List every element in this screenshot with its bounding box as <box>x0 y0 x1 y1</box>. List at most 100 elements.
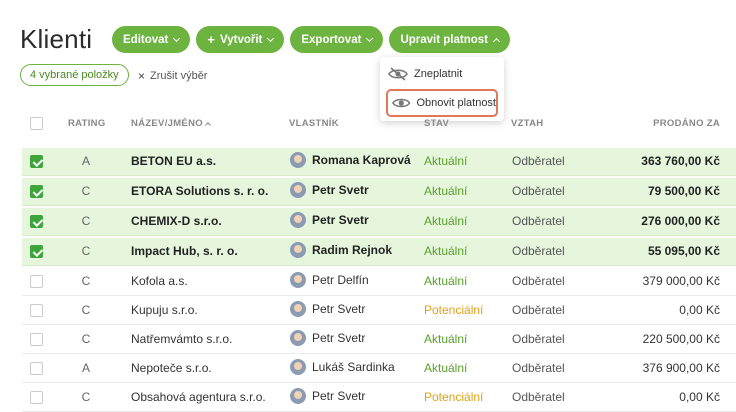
chevron-up-icon <box>492 37 501 45</box>
export-button[interactable]: Exportovat <box>290 26 384 53</box>
client-name-link[interactable]: ETORA Solutions s. r. o. <box>131 184 268 198</box>
client-name-link[interactable]: Natřemvámto s.r.o. <box>131 332 232 346</box>
column-header-rating[interactable]: RATING <box>68 118 106 129</box>
table-row[interactable]: C Obsahová agentura s.r.o. Petr Svetr Po… <box>22 384 736 412</box>
owner-cell: Petr Svetr <box>290 182 369 198</box>
relation-cell: Odběratel <box>512 274 565 288</box>
table-row[interactable]: A BETON EU a.s. Romana Kaprová Aktuální … <box>22 148 736 176</box>
chevron-down-icon <box>267 34 275 42</box>
avatar <box>290 212 306 228</box>
sold-cell: 0,00 Kč <box>679 390 720 404</box>
client-name-link[interactable]: Kupuju s.r.o. <box>131 303 198 317</box>
client-name-link[interactable]: Nepoteče s.r.o. <box>131 361 212 375</box>
sold-cell: 55 095,00 Kč <box>647 244 720 258</box>
sold-cell: 276 000,00 Kč <box>641 214 720 228</box>
plus-icon: + <box>207 32 215 47</box>
rating-cell: C <box>81 332 91 346</box>
menu-item-invalidate[interactable]: Zneplatnit <box>388 61 462 87</box>
sold-cell: 220 500,00 Kč <box>642 332 720 346</box>
rating-cell: C <box>81 274 91 288</box>
state-cell: Aktuální <box>424 244 468 258</box>
table-header: RATING NÁZEV/JMÉNO VLASTNÍK STAV VZTAH P… <box>0 110 736 136</box>
column-header-owner[interactable]: VLASTNÍK <box>289 118 339 129</box>
avatar <box>290 242 306 258</box>
relation-cell: Odběratel <box>512 361 565 375</box>
state-cell: Potenciální <box>424 303 484 317</box>
owner-cell: Petr Delfín <box>290 272 369 288</box>
edit-button-label: Editovat <box>123 33 169 46</box>
create-button[interactable]: + Vytvořit <box>196 26 285 53</box>
clear-selection-button[interactable]: × Zrušit výběr <box>138 69 207 83</box>
sold-cell: 79 500,00 Kč <box>647 184 720 198</box>
client-name-link[interactable]: Impact Hub, s. r. o. <box>131 244 238 258</box>
avatar <box>290 152 306 168</box>
state-cell: Aktuální <box>424 214 468 228</box>
clear-selection-label: Zrušit výběr <box>150 70 208 82</box>
column-header-state[interactable]: STAV <box>424 118 449 129</box>
owner-name: Petr Svetr <box>312 213 369 227</box>
row-checkbox[interactable] <box>30 304 43 317</box>
rating-cell: C <box>81 303 91 317</box>
rating-cell: C <box>81 184 91 198</box>
owner-cell: Petr Svetr <box>290 388 365 404</box>
row-checkbox[interactable] <box>30 362 43 375</box>
table-row[interactable]: C Kupuju s.r.o. Petr Svetr Potenciální O… <box>22 297 736 325</box>
state-cell: Aktuální <box>424 154 468 168</box>
owner-cell: Petr Svetr <box>290 212 369 228</box>
table-row[interactable]: C ETORA Solutions s. r. o. Petr Svetr Ak… <box>22 178 736 206</box>
rating-cell: C <box>81 244 91 258</box>
owner-cell: Petr Svetr <box>290 330 365 346</box>
table-row[interactable]: C CHEMIX-D s.r.o. Petr Svetr Aktuální Od… <box>22 208 736 236</box>
owner-name: Petr Svetr <box>312 331 366 345</box>
owner-name: Petr Svetr <box>312 183 369 197</box>
client-name-link[interactable]: BETON EU a.s. <box>131 154 216 168</box>
row-checkbox[interactable] <box>30 391 43 404</box>
client-name-link[interactable]: CHEMIX-D s.r.o. <box>131 214 222 228</box>
sort-ascending-icon <box>205 122 211 128</box>
table-row[interactable]: C Kofola a.s. Petr Delfín Aktuální Odběr… <box>22 268 736 296</box>
table-row[interactable]: A Nepoteče s.r.o. Lukáš Sardinka Aktuáln… <box>22 355 736 383</box>
owner-name: Radim Rejnok <box>312 243 393 257</box>
rating-cell: A <box>81 361 90 375</box>
toolbar: Editovat + Vytvořit Exportovat Upravit p… <box>112 26 510 53</box>
table-row[interactable]: C Impact Hub, s. r. o. Radim Rejnok Aktu… <box>22 238 736 266</box>
select-all-checkbox[interactable] <box>30 117 43 130</box>
export-button-label: Exportovat <box>301 33 362 46</box>
edit-validity-button-label: Upravit platnost <box>400 33 488 46</box>
selected-count-chip[interactable]: 4 vybrané položky <box>20 64 129 86</box>
create-button-label: Vytvořit <box>219 33 263 46</box>
row-checkbox[interactable] <box>30 245 43 258</box>
relation-cell: Odběratel <box>512 214 565 228</box>
client-name-link[interactable]: Kofola a.s. <box>131 274 188 288</box>
row-checkbox[interactable] <box>30 215 43 228</box>
state-cell: Aktuální <box>424 184 468 198</box>
table-row[interactable]: C Natřemvámto s.r.o. Petr Svetr Aktuální… <box>22 326 736 354</box>
eye-icon <box>392 98 411 108</box>
edit-button[interactable]: Editovat <box>112 26 191 53</box>
chevron-down-icon <box>366 34 374 42</box>
owner-cell: Lukáš Sardinka <box>290 359 395 375</box>
row-checkbox[interactable] <box>30 185 43 198</box>
edit-validity-button[interactable]: Upravit platnost <box>389 26 510 53</box>
page-title: Klienti <box>20 24 93 54</box>
client-name-link[interactable]: Obsahová agentura s.r.o. <box>131 390 266 404</box>
column-header-sold[interactable]: PRODÁNO ZA <box>653 118 720 129</box>
menu-item-label: Obnovit platnost <box>416 97 497 109</box>
relation-cell: Odběratel <box>512 244 565 258</box>
owner-cell: Romana Kaprová <box>290 152 411 168</box>
row-checkbox[interactable] <box>30 275 43 288</box>
column-header-name[interactable]: NÁZEV/JMÉNO <box>131 118 211 129</box>
owner-name: Romana Kaprová <box>312 153 411 167</box>
state-cell: Potenciální <box>424 390 484 404</box>
column-header-relation[interactable]: VZTAH <box>511 118 543 129</box>
relation-cell: Odběratel <box>512 184 565 198</box>
owner-name: Lukáš Sardinka <box>312 360 395 374</box>
row-checkbox[interactable] <box>30 333 43 346</box>
sold-cell: 376 900,00 Kč <box>642 361 720 375</box>
avatar <box>290 388 306 404</box>
relation-cell: Odběratel <box>512 303 565 317</box>
state-cell: Aktuální <box>424 274 468 288</box>
row-checkbox[interactable] <box>30 155 43 168</box>
avatar <box>290 330 306 346</box>
rating-cell: C <box>81 390 91 404</box>
